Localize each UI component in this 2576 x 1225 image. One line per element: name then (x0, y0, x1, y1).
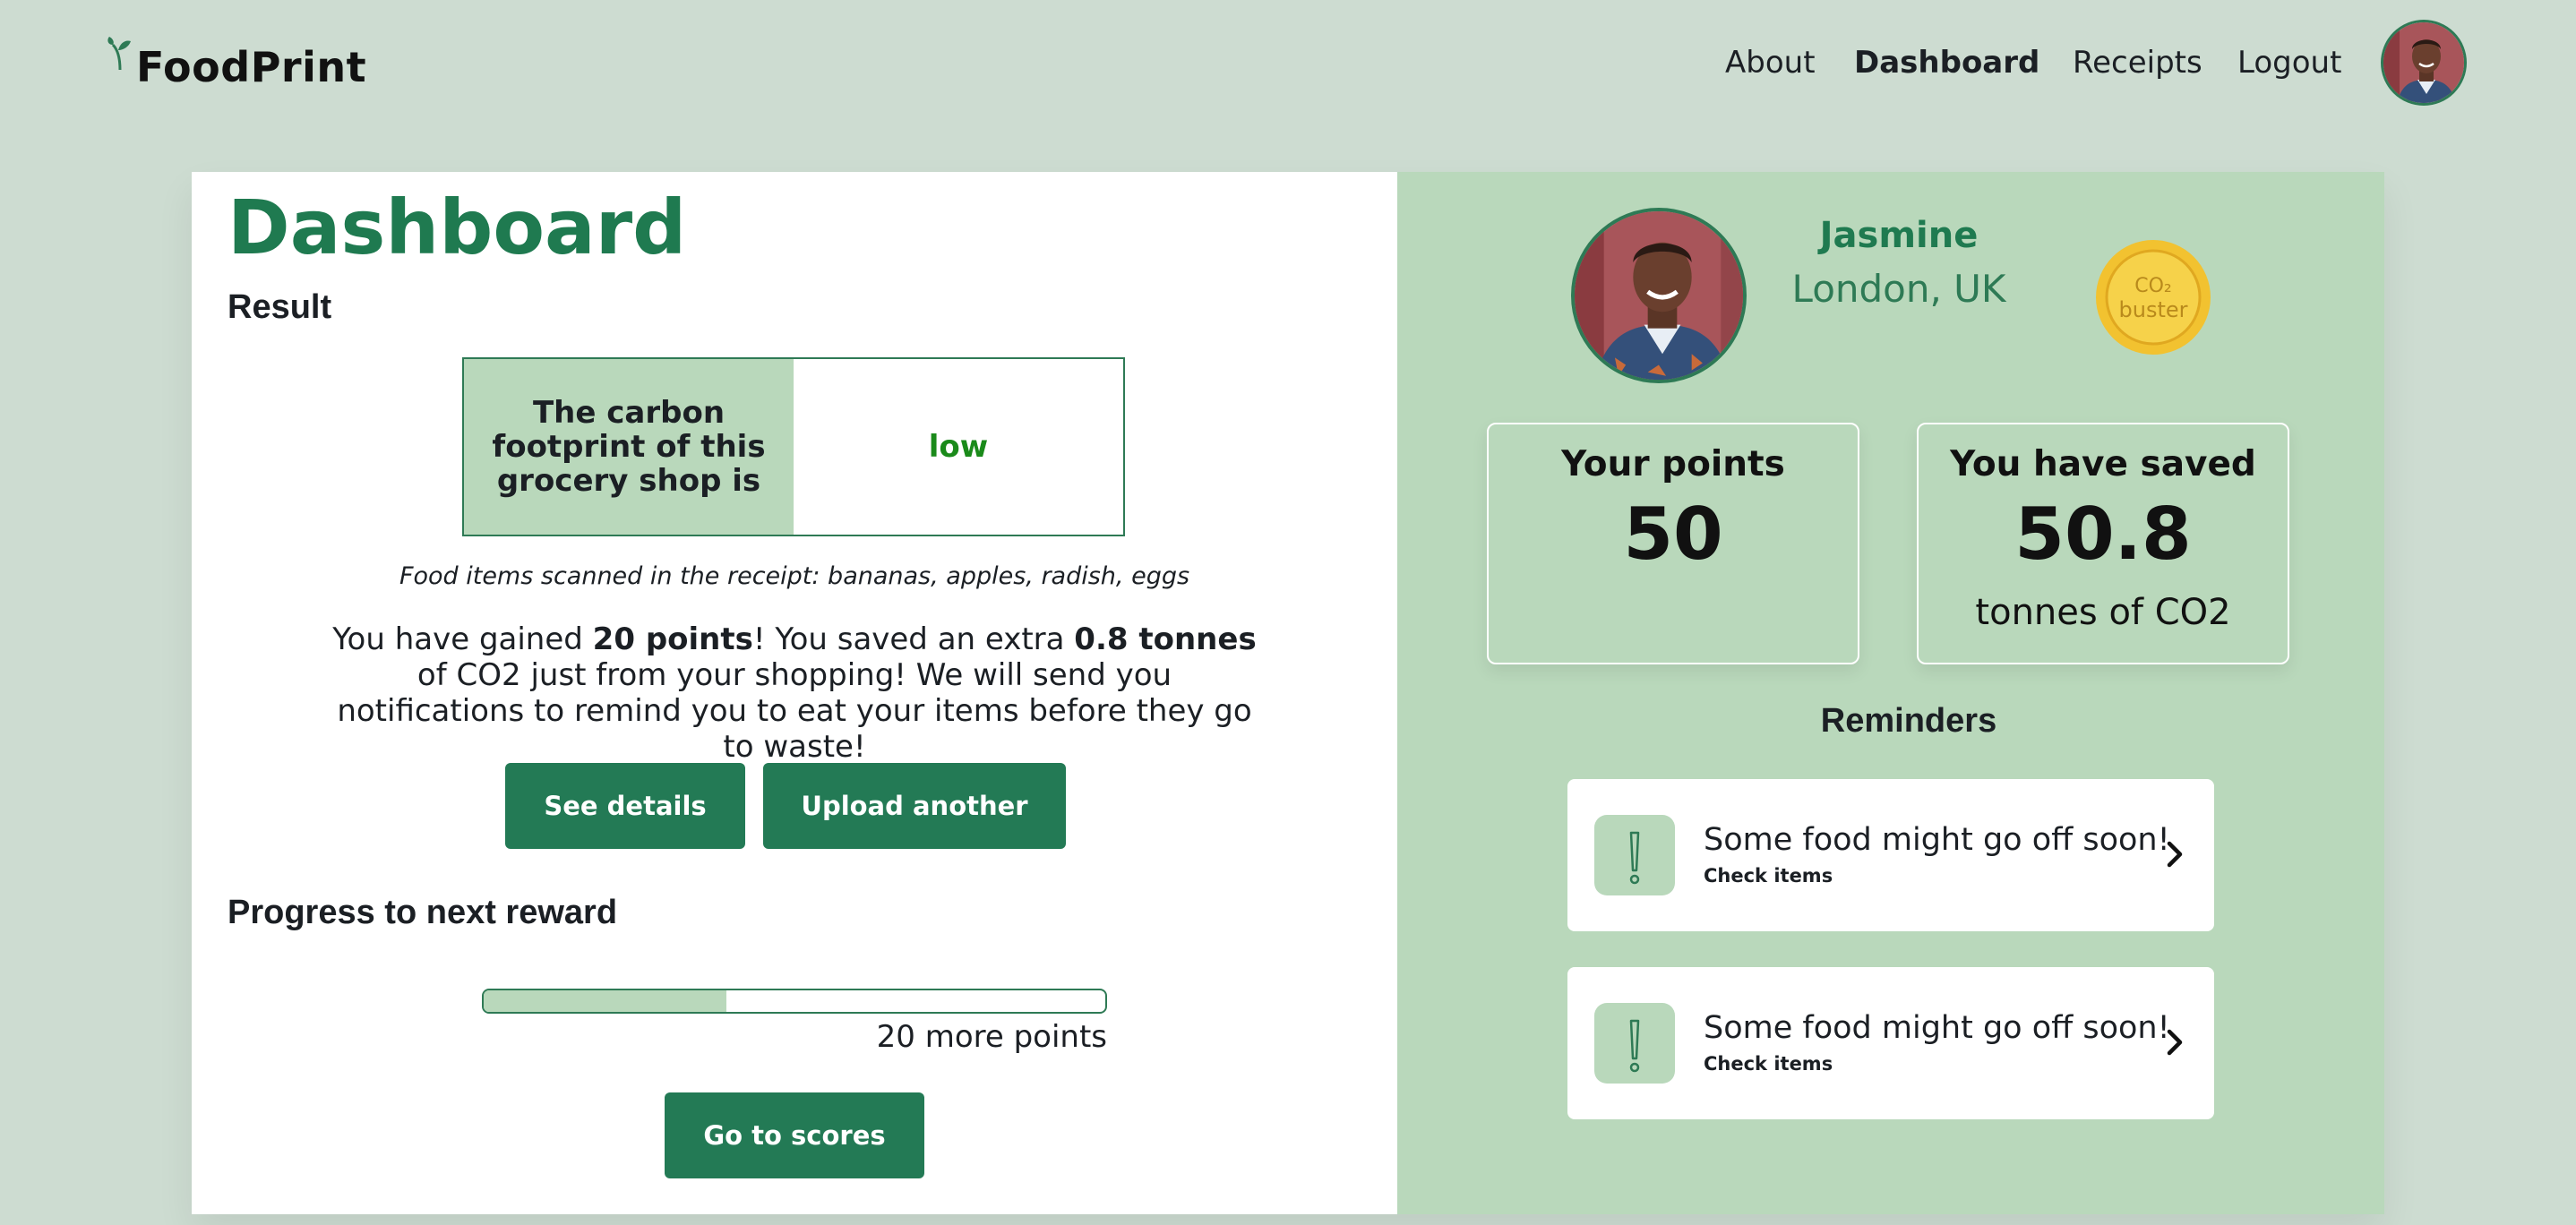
reminder-item[interactable]: Some food might go off soon! Check items (1567, 779, 2214, 931)
result-value: low (928, 429, 989, 465)
saved-unit: tonnes of CO2 (1975, 592, 2231, 633)
gain-message: You have gained 20 points! You saved an … (326, 621, 1263, 765)
exclamation-icon (1594, 815, 1675, 895)
nav-logout[interactable]: Logout (2237, 45, 2341, 81)
go-to-scores-button[interactable]: Go to scores (665, 1092, 924, 1178)
check-items-link[interactable]: Check items (1704, 865, 1833, 887)
avatar-icon (2383, 22, 2464, 103)
exclamation-icon (1594, 1003, 1675, 1084)
result-table: The carbon footprint of this grocery sho… (462, 357, 1125, 536)
profile-panel: Jasmine London, UK CO₂ buster Your point… (1397, 172, 2384, 1214)
saved-value: 50.8 (2014, 493, 2192, 576)
top-nav: About Dashboard Receipts Logout (0, 45, 2576, 86)
result-panel: Dashboard Result The carbon footprint of… (192, 172, 1397, 1214)
reminder-item[interactable]: Some food might go off soon! Check items (1567, 967, 2214, 1119)
gain-text-3: of CO2 just from your shopping! We will … (337, 657, 1252, 765)
progress-fill (484, 990, 726, 1012)
user-avatar[interactable] (2381, 20, 2467, 106)
page-title: Dashboard (228, 184, 687, 271)
saved-card: You have saved 50.8 tonnes of CO2 (1917, 423, 2289, 664)
co2-buster-badge-icon: CO₂ buster (2096, 240, 2211, 355)
badge-line-2: buster (2119, 297, 2188, 322)
nav-dashboard[interactable]: Dashboard (1854, 45, 2039, 81)
dashboard-card: Dashboard Result The carbon footprint of… (192, 172, 2384, 1214)
reminders-heading: Reminders (1820, 702, 1997, 740)
gain-text-1: You have gained (332, 621, 593, 657)
see-details-button[interactable]: See details (505, 763, 745, 849)
saved-label: You have saved (1950, 444, 2256, 484)
result-question: The carbon footprint of this grocery sho… (464, 359, 794, 535)
reminder-text: Some food might go off soon! (1704, 822, 2170, 858)
points-label: Your points (1561, 444, 1785, 484)
upload-another-button[interactable]: Upload another (763, 763, 1066, 849)
nav-receipts[interactable]: Receipts (2073, 45, 2202, 81)
badge-line-1: CO₂ (2134, 275, 2172, 297)
chevron-right-icon[interactable] (2164, 1026, 2185, 1058)
profile-name: Jasmine (1819, 215, 1979, 256)
gain-text-2: ! You saved an extra (752, 621, 1075, 657)
nav-about[interactable]: About (1725, 45, 1816, 81)
reward-progress-bar (482, 989, 1107, 1014)
gain-tonnes: 0.8 tonnes (1074, 621, 1257, 657)
points-card: Your points 50 (1487, 423, 1859, 664)
check-items-link[interactable]: Check items (1704, 1053, 1833, 1075)
reminder-text: Some food might go off soon! (1704, 1010, 2170, 1046)
profile-photo-icon (1575, 211, 1743, 380)
result-heading: Result (228, 288, 332, 326)
scanned-items-text: Food items scanned in the receipt: banan… (399, 562, 1190, 590)
progress-label: 20 more points (876, 1019, 1107, 1055)
gain-points: 20 points (592, 621, 753, 657)
chevron-right-icon[interactable] (2164, 838, 2185, 870)
profile-avatar (1571, 208, 1747, 383)
profile-location: London, UK (1791, 267, 2006, 311)
points-value: 50 (1623, 493, 1723, 576)
progress-heading: Progress to next reward (228, 894, 618, 931)
